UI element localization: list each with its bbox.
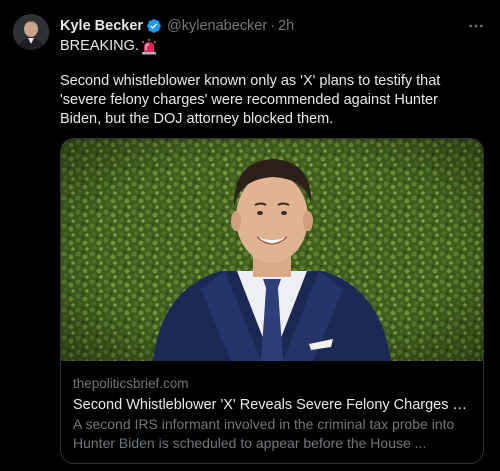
tweet[interactable]: Kyle Becker @kylenabecker · 2h BREAKING. [0, 0, 500, 471]
card-title[interactable]: Second Whistleblower 'X' Reveals Severe … [73, 395, 477, 415]
timestamp[interactable]: 2h [278, 18, 294, 34]
card-description: A second IRS informant involved in the c… [73, 416, 455, 451]
tweet-header: Kyle Becker @kylenabecker · 2h [60, 16, 294, 36]
police-light-emoji-icon [141, 38, 157, 55]
tweet-first-line: BREAKING. [60, 37, 157, 56]
author-name[interactable]: Kyle Becker [60, 18, 143, 34]
card-image[interactable] [61, 139, 483, 361]
card-domain: thepoliticsbrief.com [73, 376, 189, 391]
tweet-body: Second whistleblower known only as 'X' p… [60, 73, 441, 127]
card-text[interactable]: thepoliticsbrief.com Second Whistleblowe… [73, 375, 477, 452]
verified-badge-icon [146, 18, 162, 34]
breaking-text: BREAKING. [60, 38, 139, 54]
link-card[interactable]: thepoliticsbrief.com Second Whistleblowe… [60, 138, 484, 464]
separator: · [270, 18, 276, 34]
avatar[interactable] [13, 14, 49, 50]
more-horizontal-icon[interactable] [464, 16, 488, 36]
author-handle[interactable]: @kylenabecker [167, 18, 267, 34]
